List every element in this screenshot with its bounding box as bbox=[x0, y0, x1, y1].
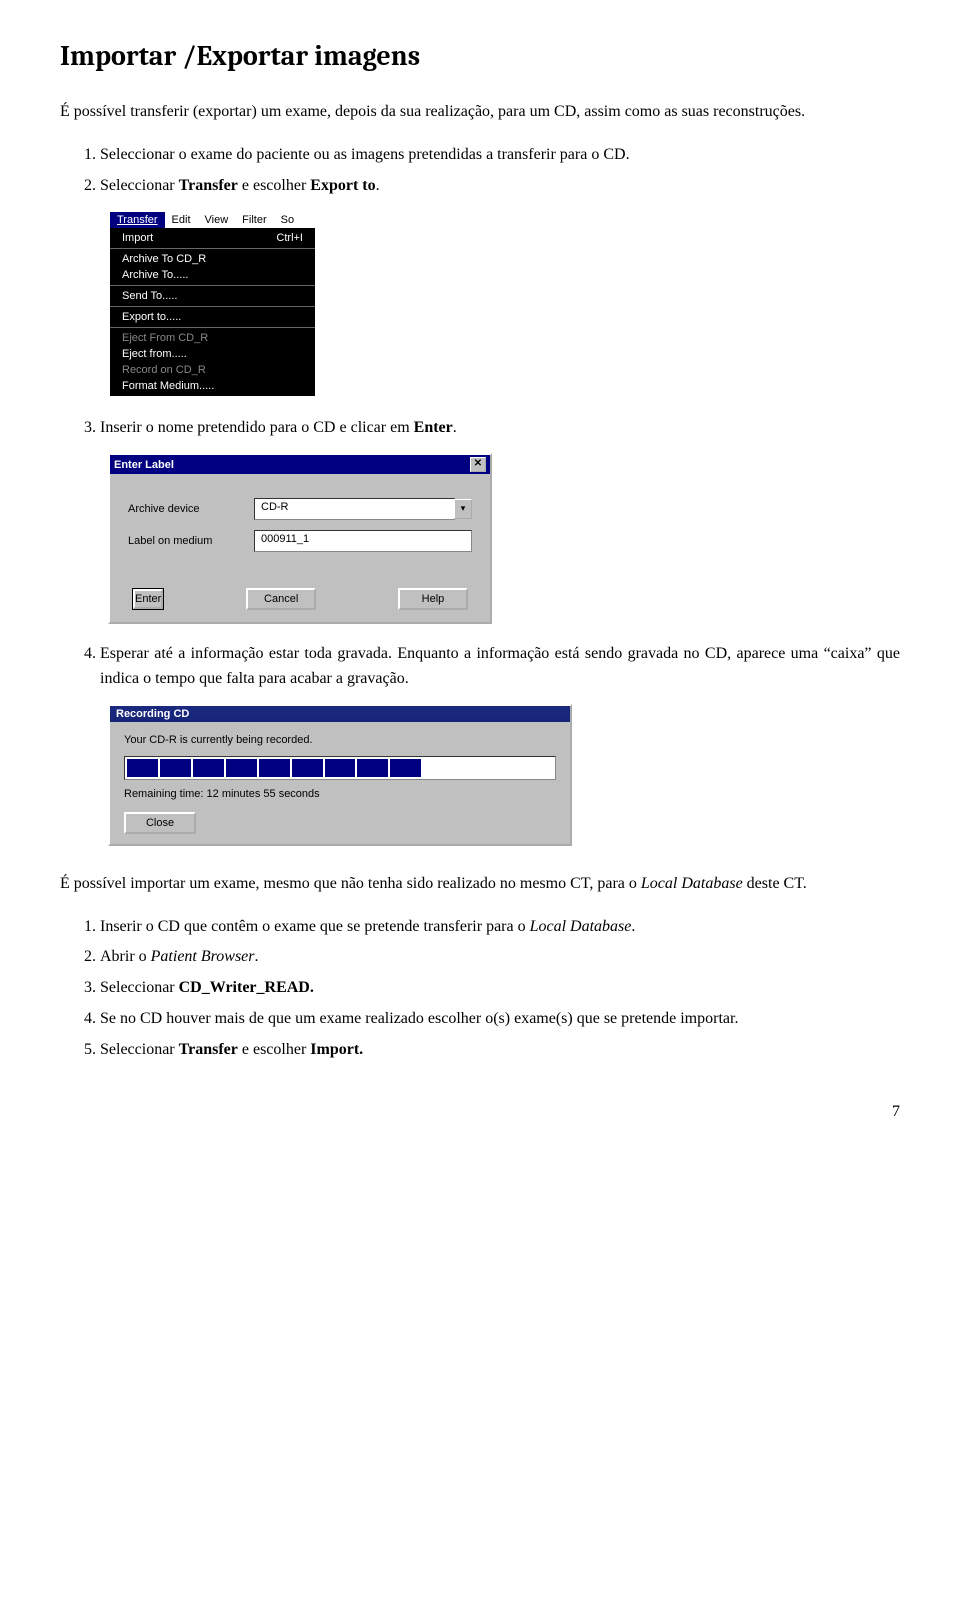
import-step-2: Abrir o Patient Browser. bbox=[100, 945, 900, 970]
step-3: Inserir o nome pretendido para o CD e cl… bbox=[100, 416, 900, 441]
transfer-menu-screenshot: Transfer Edit View Filter So ImportCtrl+… bbox=[108, 210, 317, 398]
archive-device-label: Archive device bbox=[128, 503, 254, 515]
dialog-title: Enter Label bbox=[114, 459, 174, 471]
recording-status: Your CD-R is currently being recorded. bbox=[124, 734, 556, 746]
cancel-button[interactable]: Cancel bbox=[246, 588, 316, 610]
step-2: Seleccionar Transfer e escolher Export t… bbox=[100, 174, 900, 199]
archive-device-field[interactable]: CD-R bbox=[254, 498, 455, 520]
export-steps: Seleccionar o exame do paciente ou as im… bbox=[60, 143, 900, 199]
menu-item-archive-cdr[interactable]: Archive To CD_R bbox=[110, 251, 315, 267]
progress-block bbox=[259, 759, 290, 777]
step-4: Esperar até a informação estar toda grav… bbox=[100, 642, 900, 692]
progress-block bbox=[357, 759, 388, 777]
progress-bar bbox=[124, 756, 556, 780]
progress-block bbox=[193, 759, 224, 777]
help-button[interactable]: Help bbox=[398, 588, 468, 610]
menu-item-eject-from[interactable]: Eject from..... bbox=[110, 346, 315, 362]
menu-item-eject-cdr[interactable]: Eject From CD_R bbox=[110, 330, 315, 346]
menu-tab-filter[interactable]: Filter bbox=[235, 212, 273, 228]
page-number: 7 bbox=[60, 1103, 900, 1121]
close-icon[interactable]: ✕ bbox=[470, 457, 486, 472]
enter-label-dialog: Enter Label ✕ Archive device CD-R ▾ Labe… bbox=[108, 453, 492, 624]
import-step-4: Se no CD houver mais de que um exame rea… bbox=[100, 1007, 900, 1032]
progress-block bbox=[489, 759, 520, 777]
menu-tab-edit[interactable]: Edit bbox=[165, 212, 198, 228]
progress-block bbox=[522, 759, 553, 777]
progress-block bbox=[226, 759, 257, 777]
menu-tab-so[interactable]: So bbox=[274, 212, 301, 228]
label-on-medium-label: Label on medium bbox=[128, 535, 254, 547]
close-button[interactable]: Close bbox=[124, 812, 196, 834]
step-1: Seleccionar o exame do paciente ou as im… bbox=[100, 143, 900, 168]
label-on-medium-field[interactable]: 000911_1 bbox=[254, 530, 472, 552]
import-step-5: Seleccionar Transfer e escolher Import. bbox=[100, 1038, 900, 1063]
dialog-titlebar: Enter Label ✕ bbox=[110, 455, 490, 474]
menu-item-format-medium[interactable]: Format Medium..... bbox=[110, 378, 315, 394]
import-step-1: Inserir o CD que contêm o exame que se p… bbox=[100, 915, 900, 940]
menu-item-send-to[interactable]: Send To..... bbox=[110, 288, 315, 304]
intro-paragraph: É possível transferir (exportar) um exam… bbox=[60, 100, 900, 125]
progress-block bbox=[325, 759, 356, 777]
progress-block bbox=[390, 759, 421, 777]
remaining-time: Remaining time: 12 minutes 55 seconds bbox=[124, 788, 556, 800]
recording-titlebar: Recording CD bbox=[110, 706, 570, 722]
dropdown-icon[interactable]: ▾ bbox=[454, 499, 472, 519]
import-step-3: Seleccionar CD_Writer_READ. bbox=[100, 976, 900, 1001]
page-title: Importar /Exportar imagens bbox=[60, 40, 900, 72]
progress-block bbox=[160, 759, 191, 777]
progress-block bbox=[423, 759, 454, 777]
menu-item-export-to[interactable]: Export to..... bbox=[110, 309, 315, 325]
import-paragraph: É possível importar um exame, mesmo que … bbox=[60, 872, 900, 897]
menu-item-import[interactable]: ImportCtrl+I bbox=[110, 230, 315, 246]
menu-item-archive-to[interactable]: Archive To..... bbox=[110, 267, 315, 283]
export-steps-cont: Inserir o nome pretendido para o CD e cl… bbox=[60, 416, 900, 441]
menu-tab-transfer[interactable]: Transfer bbox=[110, 212, 165, 228]
enter-button[interactable]: Enter bbox=[132, 588, 164, 610]
menu-bar: Transfer Edit View Filter So bbox=[110, 212, 315, 228]
menu-item-record-cdr[interactable]: Record on CD_R bbox=[110, 362, 315, 378]
progress-block bbox=[292, 759, 323, 777]
progress-block bbox=[127, 759, 158, 777]
export-steps-cont2: Esperar até a informação estar toda grav… bbox=[60, 642, 900, 692]
progress-block bbox=[456, 759, 487, 777]
recording-cd-dialog: Recording CD Your CD-R is currently bein… bbox=[108, 704, 572, 846]
import-steps: Inserir o CD que contêm o exame que se p… bbox=[60, 915, 900, 1063]
menu-tab-view[interactable]: View bbox=[198, 212, 236, 228]
